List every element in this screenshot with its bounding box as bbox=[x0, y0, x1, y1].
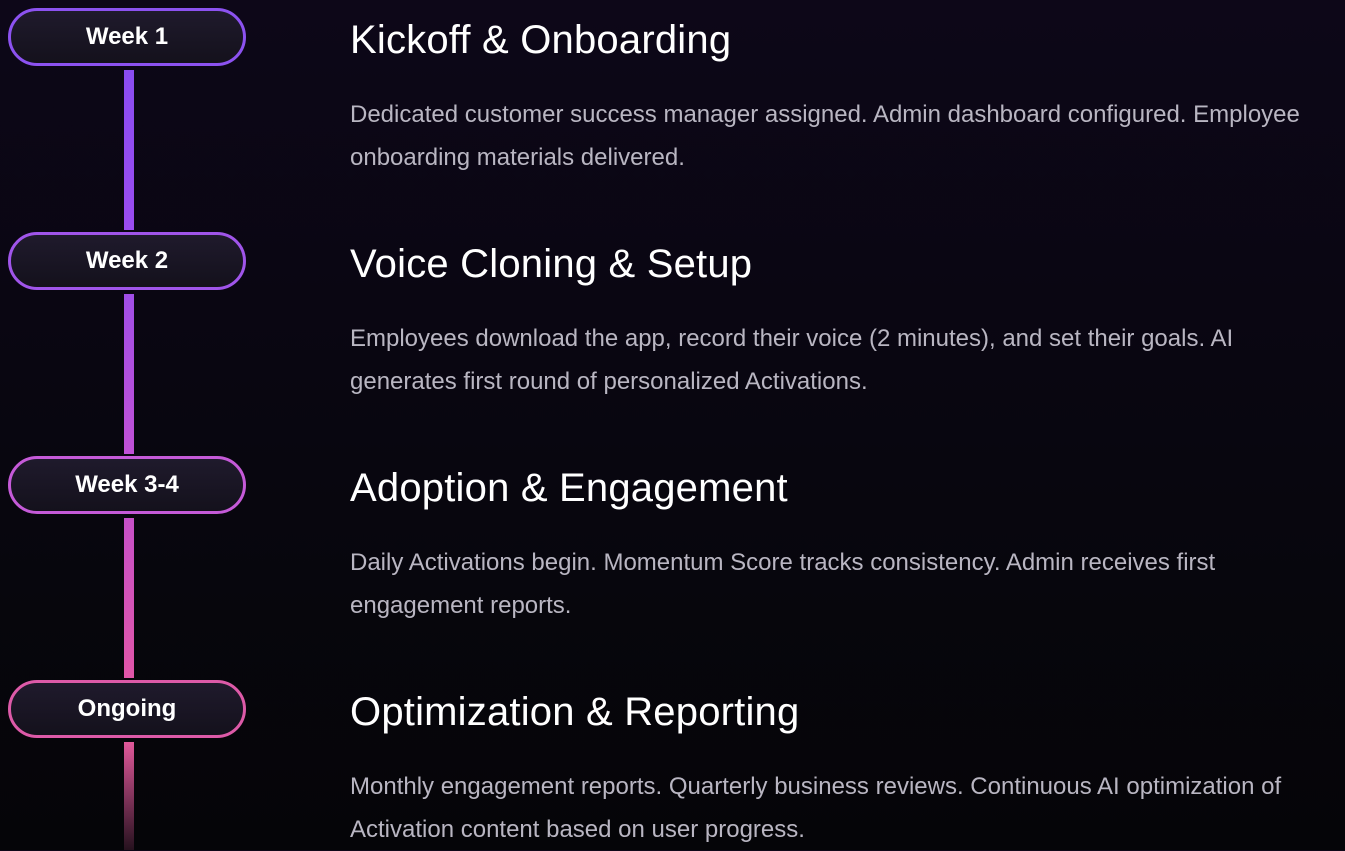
timeline-phase-badge: Ongoing bbox=[8, 680, 246, 738]
step-title: Voice Cloning & Setup bbox=[350, 242, 753, 286]
timeline-phase-badge: Week 2 bbox=[8, 232, 246, 290]
timeline-connector bbox=[124, 518, 134, 678]
timeline-connector bbox=[124, 294, 134, 454]
step-description: Employees download the app, record their… bbox=[350, 325, 1234, 395]
step-description: Monthly engagement reports. Quarterly bu… bbox=[350, 773, 1282, 843]
step-title: Optimization & Reporting bbox=[350, 690, 800, 734]
timeline-connector bbox=[124, 70, 134, 230]
step-title: Adoption & Engagement bbox=[350, 466, 788, 510]
timeline-phase-badge: Week 1 bbox=[8, 8, 246, 66]
step-description: Dedicated customer success manager assig… bbox=[350, 101, 1300, 171]
timeline-phase-badge: Week 3-4 bbox=[8, 456, 246, 514]
timeline-connector bbox=[124, 742, 134, 850]
step-description: Daily Activations begin. Momentum Score … bbox=[350, 549, 1216, 619]
step-title: Kickoff & Onboarding bbox=[350, 18, 732, 62]
implementation-timeline: Week 1 Kickoff & Onboarding Dedicated cu… bbox=[0, 0, 1345, 850]
